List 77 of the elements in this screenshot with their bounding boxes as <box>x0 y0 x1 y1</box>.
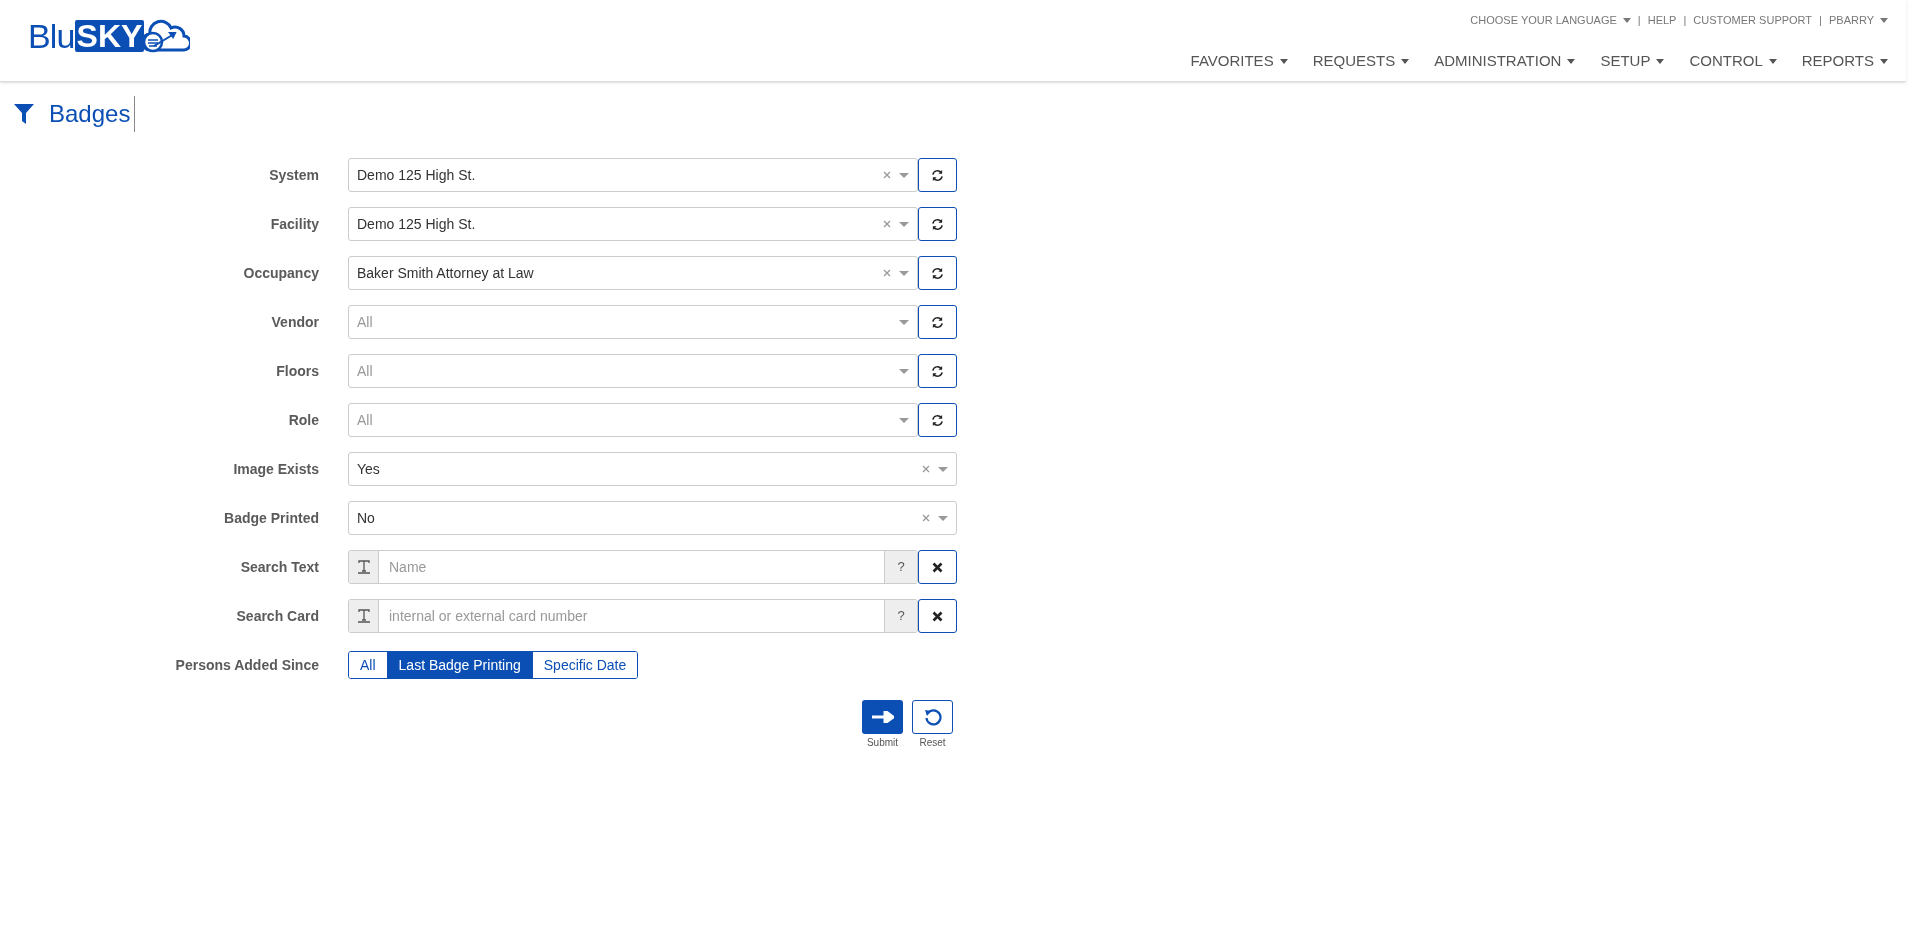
arrow-icon <box>871 711 894 723</box>
separator: | <box>1683 12 1687 28</box>
field-label: Persons Added Since <box>174 655 320 675</box>
dropdown-caret-icon <box>899 417 909 423</box>
dropdown-caret-icon <box>938 515 948 521</box>
dropdown-caret-icon <box>938 466 948 472</box>
text-icon <box>356 560 371 574</box>
field-label: Search Card <box>235 606 320 626</box>
segment-tab[interactable]: Specific Date <box>531 652 638 678</box>
field-label: Role <box>287 410 320 430</box>
refresh-button[interactable] <box>918 207 957 241</box>
button-caption: Submit <box>866 736 899 750</box>
field-label: System <box>268 165 320 185</box>
header-link[interactable]: HELP <box>1647 11 1677 29</box>
select-field[interactable]: Demo 125 High St. <box>348 207 918 241</box>
clear-icon[interactable] <box>922 465 930 473</box>
separator: | <box>1637 12 1641 28</box>
nav-menu[interactable]: FAVORITES <box>1190 50 1288 73</box>
field-label: Search Text <box>239 557 320 577</box>
help-addon[interactable]: ? <box>884 600 917 632</box>
dropdown-caret-icon <box>899 319 909 325</box>
refresh-icon <box>931 217 944 231</box>
field-label: Badge Printed <box>223 508 320 528</box>
clear-icon[interactable] <box>883 220 891 228</box>
refresh-icon <box>931 364 944 378</box>
nav-menu[interactable]: REPORTS <box>1801 50 1888 73</box>
refresh-icon <box>931 266 944 280</box>
submit-button[interactable] <box>862 700 903 734</box>
refresh-button[interactable] <box>918 305 957 339</box>
segment-tab[interactable]: Last Badge Printing <box>386 652 532 678</box>
clear-button[interactable] <box>918 599 957 633</box>
refresh-button[interactable] <box>918 403 957 437</box>
clear-icon[interactable] <box>883 269 891 277</box>
refresh-button[interactable] <box>918 354 957 388</box>
logo-text: SKY <box>74 20 145 52</box>
header-link[interactable]: PBARRY <box>1828 11 1888 29</box>
header-link[interactable]: CHOOSE YOUR LANGUAGE <box>1470 11 1631 29</box>
filter-icon <box>13 103 35 125</box>
help-addon[interactable]: ? <box>884 551 917 583</box>
dropdown-caret-icon <box>899 270 909 276</box>
search-field[interactable]: Name ? <box>348 550 918 584</box>
text-icon <box>356 609 371 623</box>
field-label: Occupancy <box>242 263 320 283</box>
separator: | <box>1819 12 1822 28</box>
refresh-button[interactable] <box>918 158 957 192</box>
page-title: Badges <box>49 96 136 132</box>
nav-menu[interactable]: CONTROL <box>1689 50 1777 73</box>
close-icon <box>932 610 943 622</box>
cloud-logo-icon <box>140 19 191 53</box>
reset-button[interactable] <box>912 700 953 734</box>
nav-menu[interactable]: SETUP <box>1600 50 1665 73</box>
refresh-icon <box>931 168 944 182</box>
dropdown-caret-icon <box>899 221 909 227</box>
dropdown-caret-icon <box>899 368 909 374</box>
header-link[interactable]: CUSTOMER SUPPORT <box>1693 11 1813 29</box>
field-label: Floors <box>275 361 320 381</box>
clear-icon[interactable] <box>922 514 930 522</box>
select-field[interactable]: Yes <box>348 452 957 486</box>
clear-button[interactable] <box>918 550 957 584</box>
reset-icon <box>923 708 942 726</box>
field-label: Vendor <box>270 312 320 332</box>
select-field[interactable]: Baker Smith Attorney at Law <box>348 256 918 290</box>
logo-text: Blu <box>28 19 75 53</box>
select-field[interactable]: No <box>348 501 957 535</box>
nav-menu[interactable]: REQUESTS <box>1312 50 1410 73</box>
button-caption: Reset <box>919 736 946 750</box>
close-icon <box>932 561 943 573</box>
refresh-icon <box>931 413 944 427</box>
nav-menu[interactable]: ADMINISTRATION <box>1434 50 1576 73</box>
clear-icon[interactable] <box>883 171 891 179</box>
refresh-button[interactable] <box>918 256 957 290</box>
search-field[interactable]: internal or external card number ? <box>348 599 918 633</box>
field-label: Image Exists <box>232 459 320 479</box>
refresh-icon <box>931 315 944 329</box>
select-field[interactable]: Demo 125 High St. <box>348 158 918 192</box>
dropdown-caret-icon <box>899 172 909 178</box>
field-label: Facility <box>269 214 320 234</box>
